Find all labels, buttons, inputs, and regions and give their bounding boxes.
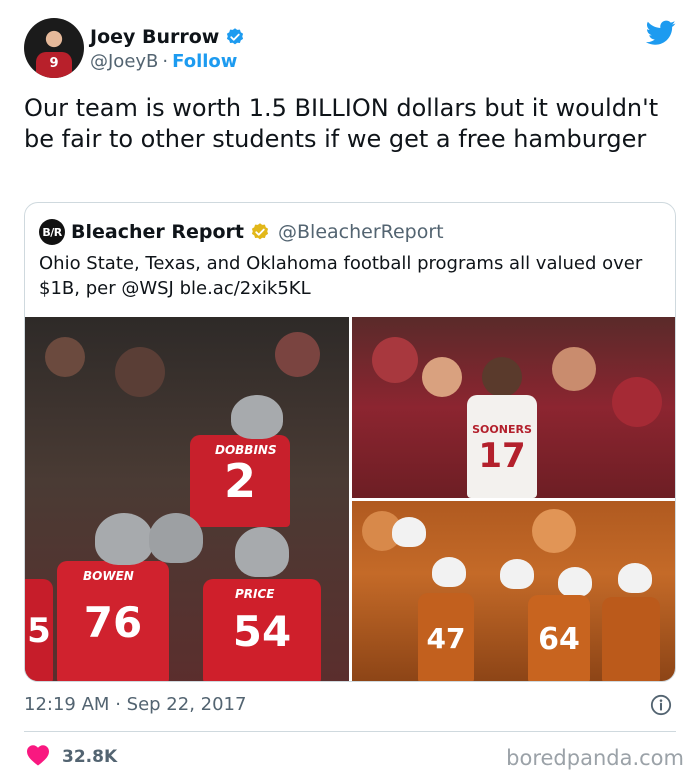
author-handle[interactable]: @JoeyB [90,51,158,72]
tweet-text: Our team is worth 1.5 BILLION dollars bu… [24,94,659,153]
quoted-tweet-text: Ohio State, Texas, and Oklahoma football… [39,253,643,299]
quoted-tweet-card[interactable]: B/R Bleacher Report @BleacherReport Ohio… [24,202,676,682]
jersey-number: 17 [478,436,526,476]
divider [24,731,676,732]
crowd-shape [372,337,418,383]
tweet-header: 9 Joey Burrow @JoeyB · Follow [24,18,676,80]
media-grid: 2 DOBBINS 76 BOWEN 54 PRICE 5 SOONERS 17… [25,317,675,681]
crowd-shape [482,357,522,397]
watermark: boredpanda.com [506,746,684,770]
tweet-timestamp[interactable]: 12:19 AM · Sep 22, 2017 [24,694,246,715]
crowd-shape [45,337,85,377]
player-jersey: SOONERS 17 [467,395,537,498]
author-name-row: Joey Burrow [90,24,245,50]
jersey-number: 54 [232,606,292,656]
helmet [500,559,534,589]
helmet [618,563,652,593]
helmet [149,513,203,563]
crowd-shape [275,332,320,377]
player-jersey: 47 [418,593,474,681]
timestamp-separator: · [115,694,121,715]
jersey-name: DOBBINS [215,443,277,457]
follow-button[interactable]: Follow [172,51,237,72]
jersey-number: 76 [83,597,143,647]
photo-ohio-state[interactable]: 2 DOBBINS 76 BOWEN 54 PRICE 5 [25,317,349,681]
photo-oklahoma[interactable]: SOONERS 17 [352,317,675,498]
author-display-name[interactable]: Joey Burrow [90,26,219,48]
jersey-name: PRICE [235,587,275,601]
timestamp-date: Sep 22, 2017 [126,694,247,715]
helmet [558,567,592,597]
crowd-shape [532,509,576,553]
crowd-shape [552,347,596,391]
jersey-number: 47 [426,621,466,655]
jersey-name: SOONERS [472,423,532,436]
quoted-display-name[interactable]: Bleacher Report [71,221,244,243]
crowd-shape [422,357,462,397]
jersey-number: 64 [538,621,580,657]
author-avatar[interactable]: 9 [24,18,84,78]
player-jersey: 5 [25,579,53,681]
twitter-bird-icon[interactable] [645,20,676,50]
author-handle-row: @JoeyB · Follow [90,51,237,72]
crowd-shape [115,347,165,397]
helmet [392,517,426,547]
verified-badge-icon [225,27,245,47]
bleacher-report-logo: B/R [39,219,65,245]
like-action[interactable]: 32.8K [26,745,117,769]
jersey-number: 5 [27,611,51,651]
quoted-tweet-header: B/R Bleacher Report @BleacherReport [39,219,444,245]
avatar-jersey-number: 9 [49,56,59,71]
player-jersey: 64 [528,595,590,681]
player-jersey [602,597,660,681]
like-count: 32.8K [62,747,118,767]
helmet [231,395,283,439]
info-icon[interactable] [650,694,672,716]
helmet [235,527,289,577]
quoted-handle[interactable]: @BleacherReport [278,221,444,243]
jersey-number: 2 [223,454,256,508]
gold-verified-badge-icon [250,222,270,242]
photo-texas[interactable]: 47 64 [352,501,675,681]
heart-icon[interactable] [26,744,50,770]
timestamp-time: 12:19 AM [24,694,110,715]
jersey-name: BOWEN [83,569,134,583]
handle-separator: · [162,51,169,72]
crowd-shape [612,377,662,427]
helmet [95,513,153,565]
helmet [432,557,466,587]
